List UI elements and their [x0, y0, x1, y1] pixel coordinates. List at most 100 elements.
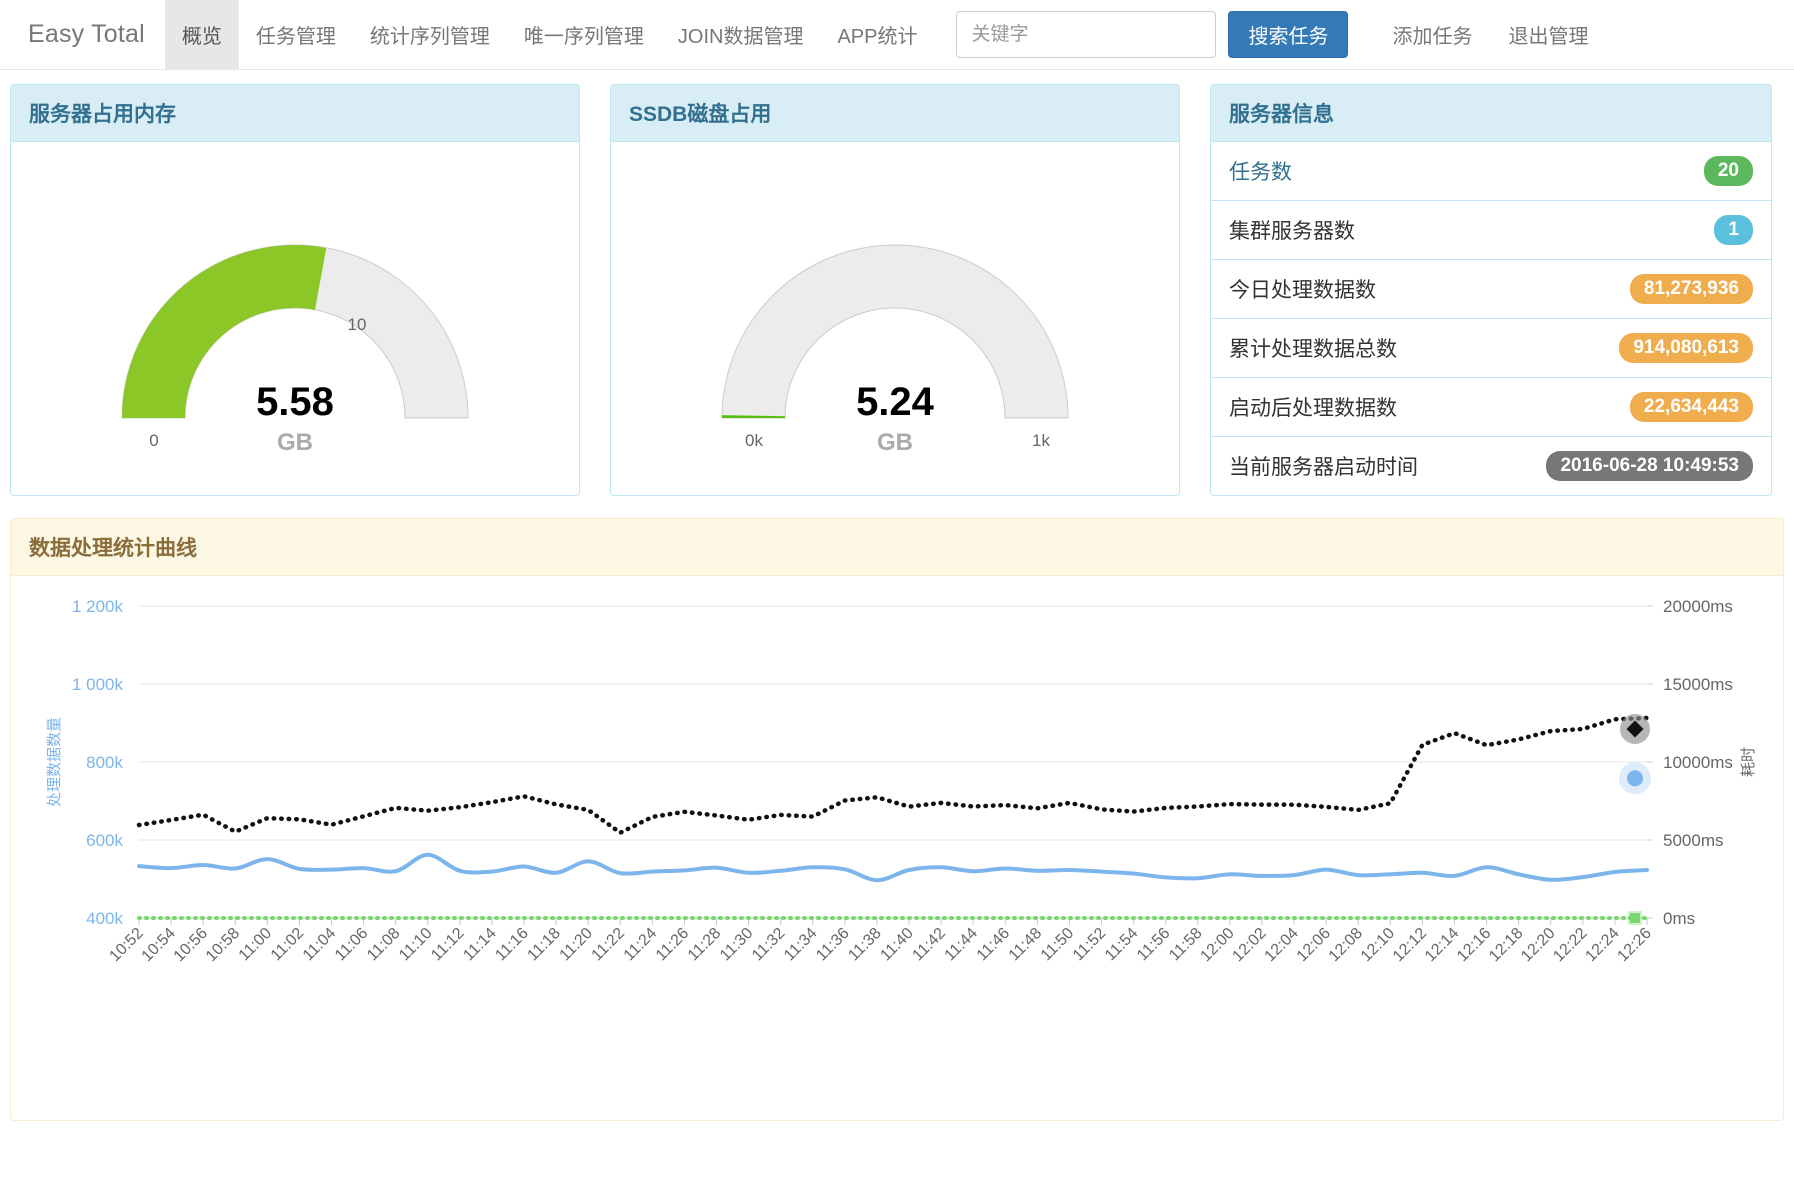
x-axis-tick-label: 11:00: [236, 925, 276, 965]
disk-gauge-panel: SSDB磁盘占用 0k 1k 5.24 GB: [610, 84, 1180, 496]
x-axis-tick-label: 11:06: [332, 925, 372, 965]
x-axis-tick-label: 11:56: [1134, 925, 1174, 965]
y-axis-tick-label: 400k: [86, 909, 123, 928]
y-axis-tick-label: 1 200k: [72, 597, 124, 616]
server-info-row: 启动后处理数据数 22,634,443: [1211, 377, 1771, 436]
x-axis-tick-label: 12:22: [1550, 925, 1590, 965]
nav-item-join-data[interactable]: JOIN数据管理: [661, 0, 821, 70]
x-axis-tick-label: 11:30: [717, 925, 757, 965]
server-info-label: 累计处理数据总数: [1229, 338, 1397, 361]
y-axis-tick-label: 600k: [86, 831, 123, 850]
highlight-point-count[interactable]: [1627, 770, 1643, 787]
server-info-label: 启动后处理数据数: [1229, 397, 1397, 420]
x-axis-tick-label: 11:48: [1006, 925, 1046, 965]
nav-item-add-task[interactable]: 添加任务: [1374, 20, 1490, 49]
search-form: 搜索任务: [956, 11, 1349, 58]
y-axis-tick-label: 800k: [86, 753, 123, 772]
nav-item-logout[interactable]: 退出管理: [1490, 20, 1606, 49]
server-info-row: 集群服务器数 1: [1211, 200, 1771, 259]
x-axis-tick-label: 10:58: [203, 925, 243, 965]
server-info-row: 今日处理数据数 81,273,936: [1211, 259, 1771, 318]
x-axis-tick-label: 12:10: [1358, 925, 1398, 965]
x-axis-tick-label: 12:14: [1422, 925, 1462, 965]
nav-item-app-stats[interactable]: APP统计: [820, 0, 934, 70]
x-axis-tick-label: 10:54: [139, 925, 179, 965]
y-axis-title: 处理数据数量: [46, 717, 63, 807]
server-info-badge: 20: [1703, 156, 1753, 186]
disk-gauge-title: SSDB磁盘占用: [611, 85, 1179, 142]
x-axis-tick-label: 12:04: [1262, 925, 1302, 965]
x-axis-tick-label: 11:10: [396, 925, 436, 965]
server-info-title: 服务器信息: [1211, 85, 1771, 142]
x-axis-tick-label: 11:32: [749, 925, 789, 965]
memory-gauge-value: 5.58: [256, 380, 334, 424]
x-axis-tick-label: 11:38: [845, 925, 885, 965]
dashboard-top-row: 服务器占用内存 0 10 5.58 GB SSDB磁盘占用 0k 1k 5.24…: [0, 70, 1794, 496]
y2-axis-tick-label: 10000ms: [1663, 753, 1733, 772]
server-info-panel: 服务器信息 任务数 20 集群服务器数 1 今日处理数据数 81,273,936 累计处理数…: [1210, 84, 1772, 496]
x-axis-tick-label: 12:26: [1614, 925, 1654, 965]
y2-axis-tick-label: 0ms: [1663, 909, 1695, 928]
x-axis-tick-label: 11:34: [781, 925, 821, 965]
memory-gauge-max-label: 10: [348, 315, 367, 334]
memory-gauge-panel: 服务器占用内存 0 10 5.58 GB: [10, 84, 580, 496]
x-axis-tick-label: 11:16: [492, 925, 532, 965]
x-axis-tick-label: 11:40: [877, 925, 917, 965]
nav-item-task-management[interactable]: 任务管理: [239, 0, 353, 70]
disk-gauge-unit: GB: [877, 429, 913, 456]
server-info-badge: 81,273,936: [1629, 274, 1753, 304]
x-axis-tick-label: 10:52: [106, 925, 146, 965]
x-axis-tick-label: 11:22: [589, 925, 629, 965]
x-axis-tick-label: 12:24: [1582, 925, 1622, 965]
navbar: Easy Total 概览 任务管理 统计序列管理 唯一序列管理 JOIN数据管…: [0, 0, 1794, 70]
x-axis-tick-label: 11:52: [1070, 925, 1110, 965]
disk-gauge-value: 5.24: [856, 380, 934, 424]
x-axis-tick-label: 11:18: [524, 925, 564, 965]
server-info-badge: 914,080,613: [1619, 333, 1753, 363]
chart-title: 数据处理统计曲线: [11, 519, 1783, 576]
nav-links: 概览 任务管理 统计序列管理 唯一序列管理 JOIN数据管理 APP统计: [164, 0, 935, 70]
x-axis-tick-label: 11:12: [428, 925, 468, 965]
server-info-label: 任务数: [1229, 161, 1292, 184]
server-info-row: 任务数 20: [1211, 142, 1771, 200]
memory-gauge: 0 10 5.58 GB: [11, 142, 579, 480]
x-axis-tick-label: 11:26: [653, 925, 693, 965]
x-axis-tick-label: 11:08: [364, 925, 404, 965]
series-processed-count: [137, 852, 1649, 883]
x-axis-tick-label: 11:46: [974, 925, 1014, 965]
server-info-row: 当前服务器启动时间 2016-06-28 10:49:53: [1211, 436, 1771, 495]
memory-gauge-title: 服务器占用内存: [11, 85, 579, 142]
x-axis-tick-label: 11:20: [557, 925, 597, 965]
brand-logo[interactable]: Easy Total: [8, 20, 165, 49]
x-axis-tick-label: 11:04: [300, 925, 340, 965]
memory-gauge-unit: GB: [277, 429, 313, 456]
x-axis-tick-label: 11:24: [621, 925, 661, 965]
server-info-row: 累计处理数据总数 914,080,613: [1211, 318, 1771, 377]
data-processing-chart[interactable]: 400k 600k 800k 1 000k 1 200k 0ms 5000ms 10000ms…: [11, 576, 1783, 1120]
server-info-list: 任务数 20 集群服务器数 1 今日处理数据数 81,273,936 累计处理数据总数 914…: [1211, 142, 1771, 495]
nav-item-stat-sequence[interactable]: 统计序列管理: [353, 0, 507, 70]
disk-gauge: 0k 1k 5.24 GB: [611, 142, 1179, 480]
y-axis-tick-label: 1 000k: [72, 675, 124, 694]
x-axis-tick-label: 12:06: [1294, 925, 1334, 965]
server-info-badge: 2016-06-28 10:49:53: [1546, 451, 1753, 481]
x-axis-tick-label: 11:58: [1166, 925, 1206, 965]
x-axis-tick-label: 12:16: [1454, 925, 1494, 965]
x-axis-tick-label: 11:42: [909, 925, 949, 965]
x-axis-tick-label: 12:02: [1229, 925, 1269, 965]
y2-axis-tick-label: 15000ms: [1663, 675, 1733, 694]
y2-axis-tick-label: 5000ms: [1663, 831, 1723, 850]
y2-axis-title: 耗时: [1740, 747, 1757, 777]
search-button[interactable]: 搜索任务: [1228, 11, 1349, 58]
chart-body: 400k 600k 800k 1 000k 1 200k 0ms 5000ms 10000ms…: [11, 576, 1783, 1120]
search-input[interactable]: [956, 11, 1217, 58]
x-axis-tick-label: 11:54: [1102, 925, 1142, 965]
nav-item-unique-sequence[interactable]: 唯一序列管理: [507, 0, 661, 70]
nav-right-links: 添加任务 退出管理: [1374, 20, 1606, 49]
series-processing-duration: [136, 715, 1650, 836]
highlight-point-merge[interactable]: [1630, 913, 1640, 923]
x-axis-tick-label: 11:02: [268, 925, 308, 965]
nav-item-overview[interactable]: 概览: [164, 0, 239, 70]
x-axis-tick-label: 12:08: [1326, 925, 1366, 965]
server-info-badge: 1: [1714, 215, 1753, 245]
